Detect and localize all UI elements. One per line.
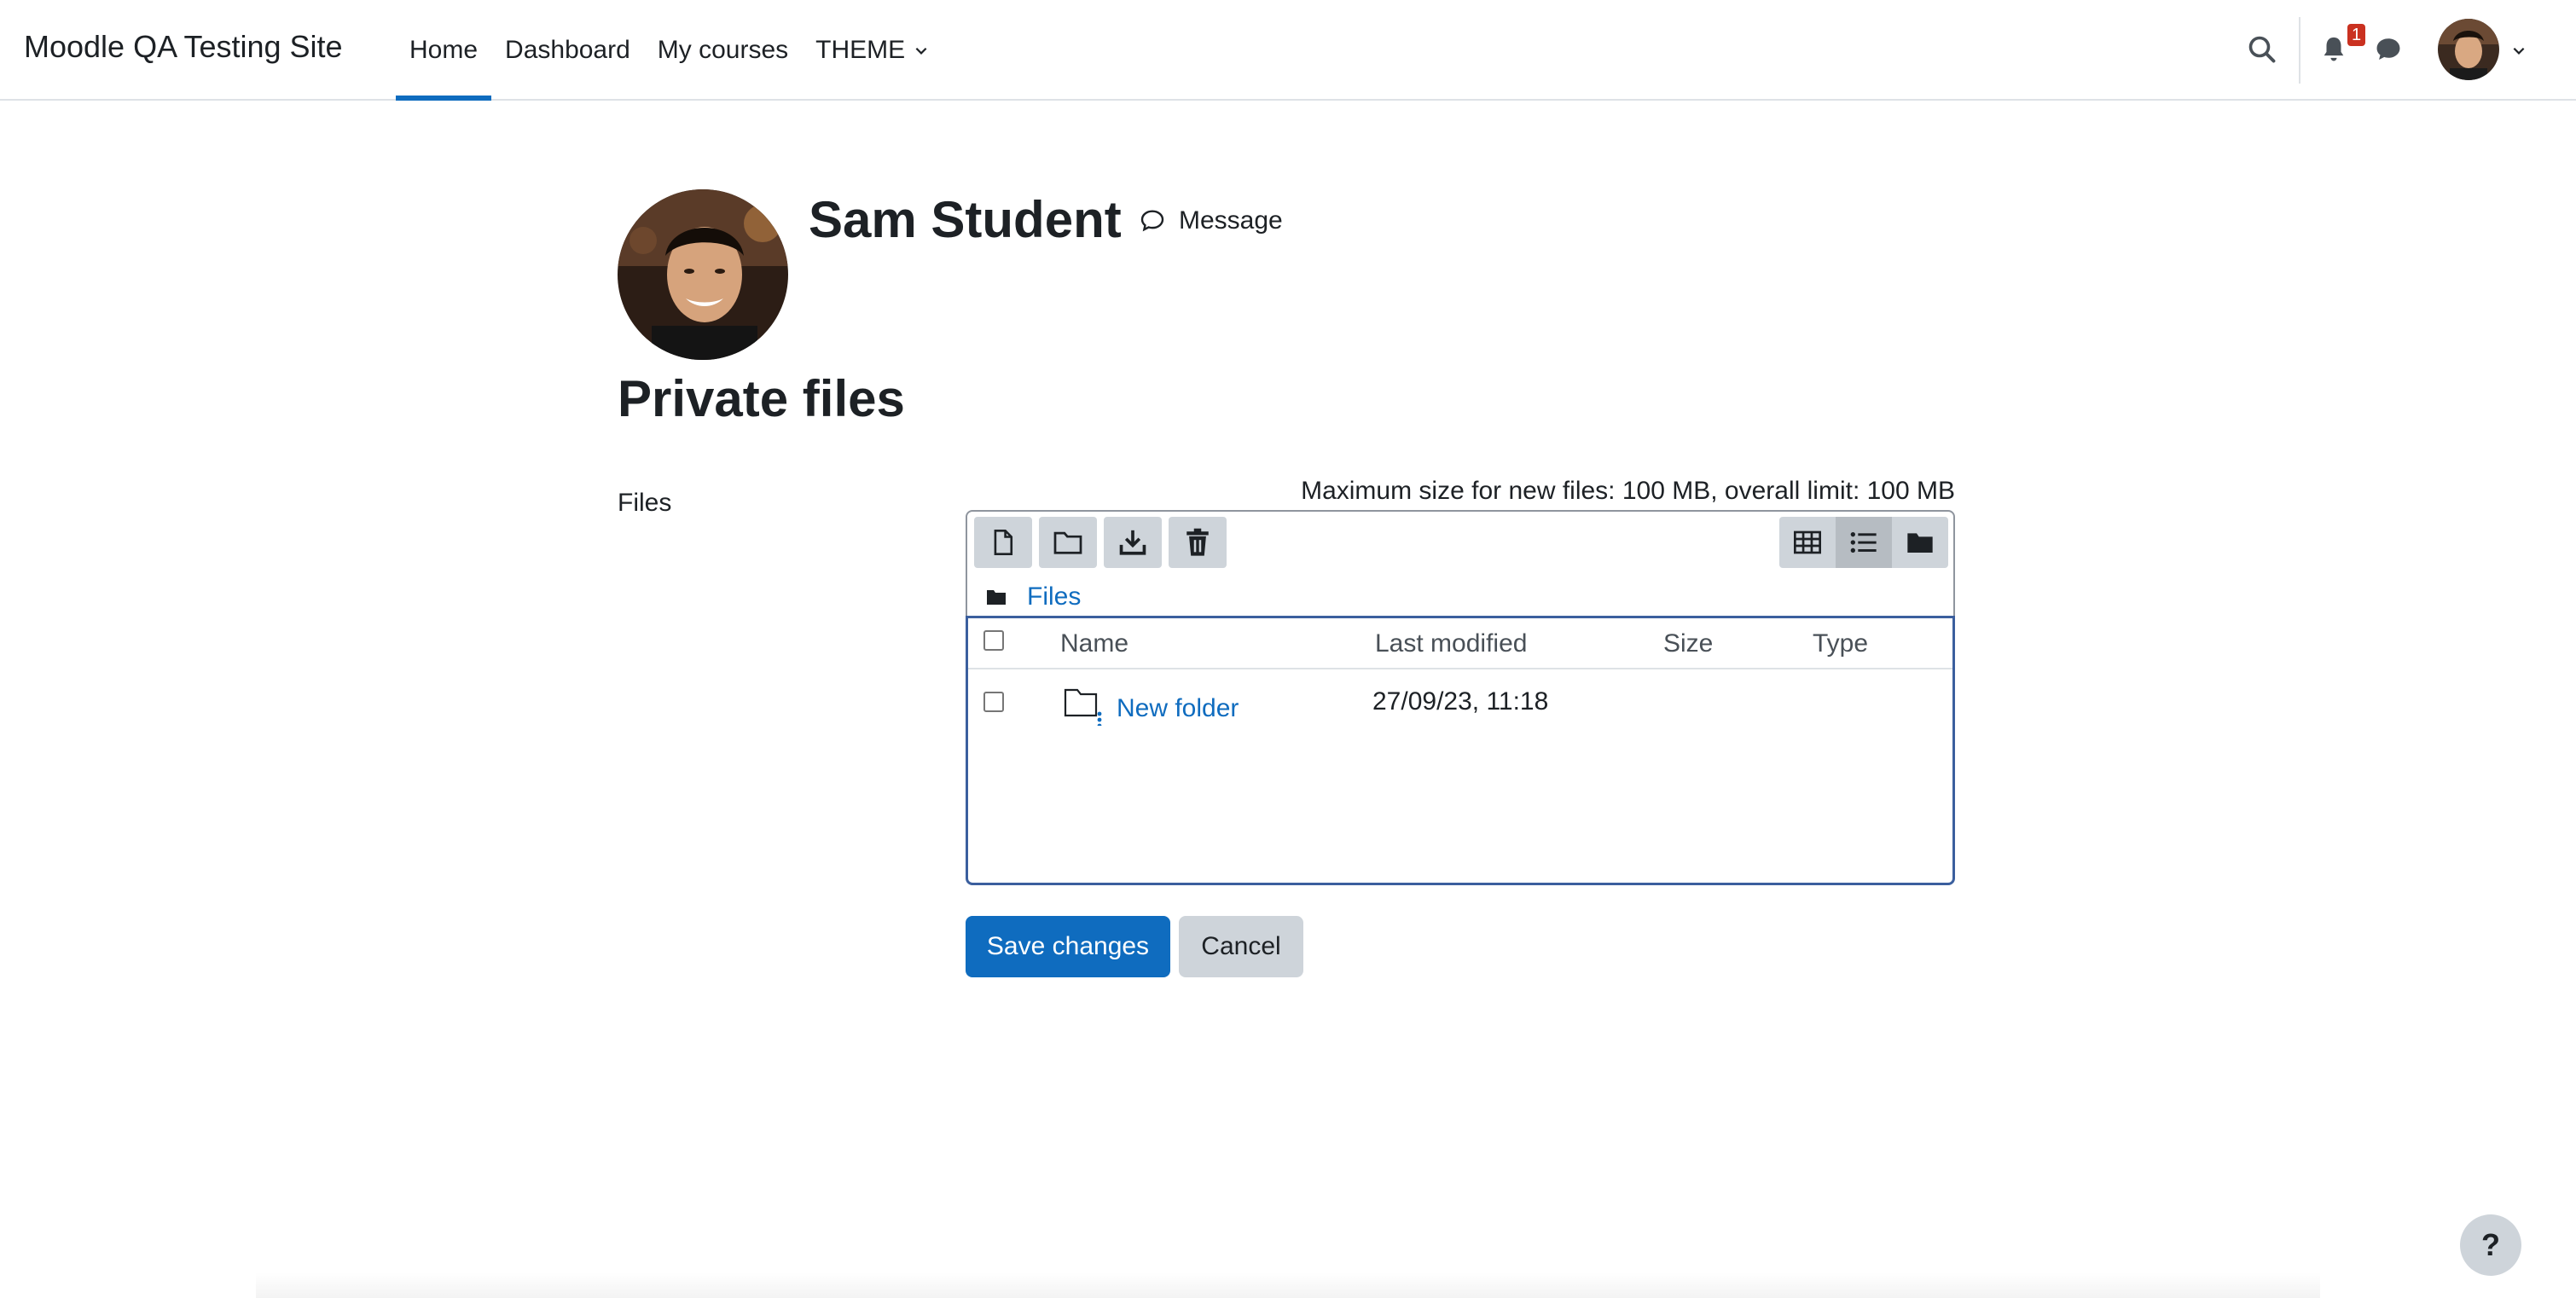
file-list: Name Last modified Size Type New folder …	[966, 616, 1955, 885]
site-name[interactable]: Moodle QA Testing Site	[24, 29, 343, 65]
view-switcher	[1779, 517, 1948, 568]
help-button[interactable]: ?	[2460, 1214, 2521, 1276]
user-menu-chevron-down-icon[interactable]	[2511, 43, 2527, 58]
download-button[interactable]	[1104, 517, 1162, 568]
path-link-files[interactable]: Files	[1027, 582, 1081, 612]
file-name-link[interactable]: New folder	[1117, 693, 1239, 724]
file-last-modified: 27/09/23, 11:18	[1372, 687, 1549, 716]
select-all-checkbox[interactable]	[983, 630, 1004, 651]
profile-photo-image	[618, 189, 788, 360]
chevron-down-icon	[915, 47, 927, 55]
column-header-type[interactable]: Type	[1813, 629, 1868, 659]
add-file-button[interactable]	[974, 517, 1032, 568]
chat-bubble-icon	[2376, 38, 2400, 61]
view-tree-button[interactable]	[1892, 517, 1948, 568]
footer-edge	[256, 1272, 2320, 1298]
user-menu-avatar[interactable]	[2438, 19, 2499, 80]
messages-button[interactable]	[2371, 32, 2405, 67]
folder-outline-icon	[1053, 531, 1082, 554]
profile-user-name: Sam Student	[809, 191, 1122, 248]
bell-icon	[2324, 37, 2344, 61]
message-button[interactable]: Message	[1138, 205, 1283, 237]
file-manager-path: Files	[986, 582, 1081, 612]
delete-button[interactable]	[1169, 517, 1227, 568]
grid-icon	[1794, 530, 1821, 554]
profile-avatar	[618, 189, 788, 360]
files-field-label: Files	[618, 489, 672, 517]
column-header-name[interactable]: Name	[1060, 629, 1128, 659]
search-button[interactable]	[2245, 32, 2279, 67]
nav-item-my-courses-label: My courses	[657, 36, 789, 64]
folder-icon	[1907, 533, 1933, 553]
trash-icon	[1186, 528, 1209, 556]
nav-divider	[2299, 17, 2300, 84]
file-list-header: Name Last modified Size Type	[968, 618, 1952, 669]
notifications-button[interactable]	[2317, 32, 2351, 67]
nav-item-home-label: Home	[409, 36, 479, 64]
create-folder-button[interactable]	[1039, 517, 1097, 568]
nav-item-dashboard[interactable]: Dashboard	[491, 0, 644, 101]
nav-item-theme[interactable]: THEME	[802, 0, 943, 101]
nav-item-my-courses[interactable]: My courses	[644, 0, 802, 101]
file-icon	[994, 530, 1013, 555]
nav-item-theme-label: THEME	[815, 36, 906, 64]
nav-item-dashboard-label: Dashboard	[505, 36, 630, 64]
message-bubble-icon	[1140, 210, 1164, 232]
folder-icon	[987, 590, 1006, 605]
max-size-info: Maximum size for new files: 100 MB, over…	[1301, 477, 1955, 505]
view-icons-button[interactable]	[1779, 517, 1836, 568]
message-label: Message	[1179, 206, 1283, 235]
view-list-button[interactable]	[1836, 517, 1892, 568]
nav-item-home[interactable]: Home	[396, 0, 492, 101]
folder-outline-icon[interactable]	[1062, 685, 1103, 726]
file-manager: Files Name Last modified Size Type New f…	[966, 510, 1955, 885]
save-changes-button[interactable]: Save changes	[966, 916, 1170, 977]
column-header-last-modified[interactable]: Last modified	[1375, 629, 1527, 659]
top-navbar: Moodle QA Testing Site Home Dashboard My…	[0, 0, 2576, 101]
file-manager-toolbar	[974, 517, 1227, 568]
download-icon	[1119, 530, 1146, 555]
cancel-button[interactable]: Cancel	[1179, 916, 1303, 977]
list-icon	[1850, 532, 1877, 553]
column-header-size[interactable]: Size	[1663, 629, 1713, 659]
user-avatar-image	[2438, 19, 2499, 80]
primary-navigation: Home Dashboard My courses THEME	[396, 0, 943, 101]
page-title: Private files	[618, 370, 905, 427]
search-icon	[2248, 36, 2276, 63]
row-checkbox[interactable]	[983, 692, 1004, 712]
notification-count-badge: 1	[2347, 24, 2366, 46]
